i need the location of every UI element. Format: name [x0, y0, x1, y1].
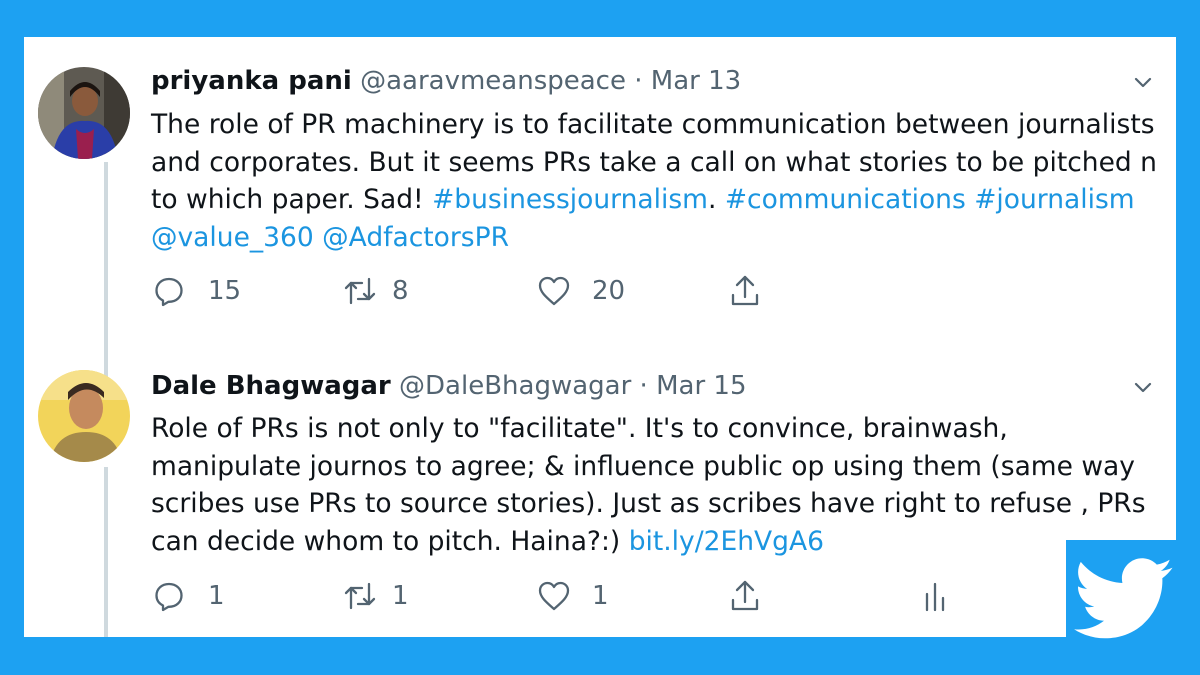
like-count: 20	[592, 276, 626, 306]
reply-count: 15	[208, 276, 242, 306]
like-count: 1	[592, 581, 609, 611]
tweet-header: priyanka pani @aaravmeanspeace · Mar 13	[151, 66, 741, 96]
avatar-image	[38, 67, 130, 159]
twitter-bird-icon	[1066, 558, 1186, 664]
header-separator: ·	[634, 66, 643, 96]
header-separator: ·	[639, 371, 648, 401]
chevron-down-icon[interactable]	[1132, 376, 1154, 398]
author-name[interactable]: priyanka pani	[151, 66, 352, 96]
reply-icon	[152, 274, 186, 308]
tweet-header: Dale Bhagwagar @DaleBhagwagar · Mar 15	[151, 371, 746, 401]
heart-icon	[536, 274, 572, 308]
tweet-date[interactable]: Mar 13	[651, 66, 741, 96]
tweet-text: The role of PR machinery is to facilitat…	[151, 106, 1166, 256]
analytics-icon	[923, 580, 947, 614]
analytics-button[interactable]	[923, 580, 947, 614]
url-link[interactable]: bit.ly/2EhVgA6	[629, 526, 824, 557]
retweet-count: 1	[392, 581, 409, 611]
mention-link[interactable]: @AdfactorsPR	[322, 222, 509, 253]
author-handle[interactable]: @DaleBhagwagar	[399, 371, 631, 401]
reply-count: 1	[208, 581, 225, 611]
reply-button[interactable]: 1	[152, 579, 225, 613]
heart-icon	[536, 579, 572, 613]
share-icon	[728, 578, 762, 614]
retweet-icon	[342, 579, 378, 613]
tweet-1[interactable]: priyanka pani @aaravmeanspeace · Mar 13 …	[24, 37, 1176, 327]
hashtag-link[interactable]: #journalism	[974, 184, 1134, 215]
twitter-logo-badge	[1066, 540, 1186, 660]
tweet-2[interactable]: Dale Bhagwagar @DaleBhagwagar · Mar 15 R…	[24, 352, 1176, 637]
chevron-down-icon[interactable]	[1132, 71, 1154, 93]
share-button[interactable]	[728, 273, 762, 309]
share-button[interactable]	[728, 578, 762, 614]
retweet-count: 8	[392, 276, 409, 306]
avatar[interactable]	[38, 370, 130, 462]
avatar[interactable]	[38, 67, 130, 159]
author-handle[interactable]: @aaravmeanspeace	[360, 66, 626, 96]
tweet-text: Role of PRs is not only to "facilitate".…	[151, 410, 1166, 560]
hashtag-link[interactable]: #businessjournalism	[432, 184, 708, 215]
tweet-thread-card: priyanka pani @aaravmeanspeace · Mar 13 …	[24, 37, 1176, 637]
tweet-body-text: .	[707, 184, 725, 215]
author-name[interactable]: Dale Bhagwagar	[151, 371, 391, 401]
hashtag-link[interactable]: #communications	[725, 184, 966, 215]
retweet-icon	[342, 274, 378, 308]
avatar-image	[38, 370, 130, 462]
reply-icon	[152, 579, 186, 613]
share-icon	[728, 273, 762, 309]
mention-link[interactable]: @value_360	[151, 222, 314, 253]
reply-button[interactable]: 15	[152, 274, 241, 308]
like-button[interactable]: 20	[536, 274, 625, 308]
tweet-date[interactable]: Mar 15	[656, 371, 746, 401]
retweet-button[interactable]: 8	[342, 274, 409, 308]
like-button[interactable]: 1	[536, 579, 609, 613]
retweet-button[interactable]: 1	[342, 579, 409, 613]
